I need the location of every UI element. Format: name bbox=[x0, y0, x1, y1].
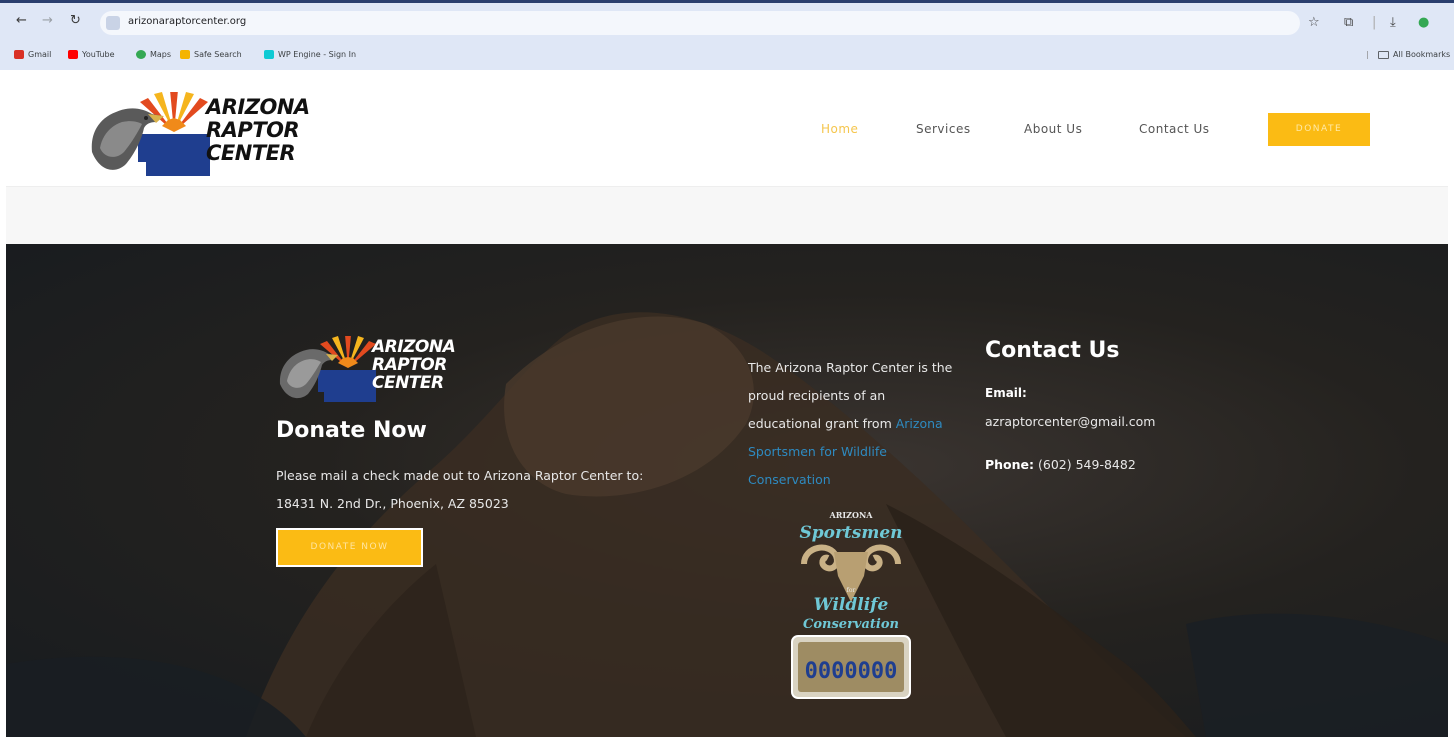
asfwc-sportsmen-text: Sportsmen bbox=[799, 523, 902, 543]
email-label: Email: bbox=[985, 386, 1027, 400]
nav-contact-us[interactable]: Contact Us bbox=[1139, 122, 1210, 136]
nav-about-us[interactable]: About Us bbox=[1024, 122, 1082, 136]
asfwc-wildlife-text: Wildlife bbox=[814, 595, 889, 615]
wp-engine-icon bbox=[264, 50, 274, 59]
site-header: ARIZONA RAPTOR CENTER Home Services Abou… bbox=[6, 70, 1448, 187]
contact-heading: Contact Us bbox=[985, 338, 1120, 363]
bookmark-gmail[interactable]: Gmail bbox=[14, 50, 51, 59]
bookmark-wp-engine[interactable]: WP Engine - Sign In bbox=[264, 50, 356, 59]
bookmark-star-icon[interactable]: ☆ bbox=[1308, 15, 1320, 31]
extensions-icon[interactable]: ⧉ bbox=[1344, 15, 1353, 31]
site-footer: ARIZONA RAPTOR CENTER Donate Now Please … bbox=[6, 244, 1448, 737]
browser-chrome: ← → ↻ arizonaraptorcenter.org ☆ ⧉ | ⤓ ● … bbox=[0, 0, 1454, 70]
phone-line: Phone: (602) 549-8482 bbox=[985, 457, 1136, 472]
download-icon[interactable]: ⤓ bbox=[1390, 15, 1396, 31]
bookmarks-bar: Gmail YouTube Maps Safe Search WP Engine… bbox=[0, 45, 1454, 69]
bookmark-maps[interactable]: Maps bbox=[136, 50, 171, 59]
web-page: ARIZONA RAPTOR CENTER Home Services Abou… bbox=[6, 70, 1448, 737]
gmail-icon bbox=[14, 50, 24, 59]
asfwc-for-text: for bbox=[847, 587, 856, 594]
divider: | bbox=[1372, 15, 1377, 30]
eagle-flag-logo-icon bbox=[279, 335, 376, 402]
maps-icon bbox=[136, 50, 146, 59]
site-info-icon[interactable] bbox=[106, 16, 120, 30]
asfwc-top-text: ARIZONA bbox=[829, 510, 874, 520]
forward-icon[interactable]: → bbox=[42, 13, 53, 29]
asfwc-logo[interactable]: ARIZONA Sportsmen for Wildlife Conservat… bbox=[786, 506, 916, 706]
eagle-flag-logo-icon bbox=[91, 90, 210, 176]
safe-search-icon bbox=[180, 50, 190, 59]
nav-home[interactable]: Home bbox=[821, 122, 858, 136]
folder-icon bbox=[1378, 50, 1389, 59]
url-text: arizonaraptorcenter.org bbox=[128, 16, 247, 27]
all-bookmarks[interactable]: All Bookmarks bbox=[1378, 50, 1450, 59]
donate-now-button[interactable]: DONATE NOW bbox=[276, 528, 423, 567]
email-link[interactable]: azraptorcenter@gmail.com bbox=[985, 414, 1155, 429]
spacer-band bbox=[6, 187, 1448, 244]
youtube-icon bbox=[68, 50, 78, 59]
bookmark-youtube[interactable]: YouTube bbox=[68, 50, 115, 59]
reload-icon[interactable]: ↻ bbox=[70, 13, 81, 29]
address-row: ← → ↻ arizonaraptorcenter.org ☆ ⧉ | ⤓ ● bbox=[0, 9, 1454, 37]
site-logo[interactable]: ARIZONA RAPTOR CENTER bbox=[86, 90, 336, 176]
eagle-background-image bbox=[6, 312, 1448, 737]
nav-services[interactable]: Services bbox=[916, 122, 971, 136]
phone-label: Phone: bbox=[985, 457, 1035, 472]
phone-number[interactable]: (602) 549-8482 bbox=[1038, 457, 1136, 472]
profile-icon[interactable]: ● bbox=[1418, 15, 1429, 31]
grant-paragraph: The Arizona Raptor Center is the proud r… bbox=[748, 360, 953, 487]
url-bar[interactable]: arizonaraptorcenter.org bbox=[100, 11, 1300, 35]
bookmarks-divider: | bbox=[1366, 50, 1369, 59]
footer-logo-wordmark: ARIZONA RAPTOR CENTER bbox=[372, 337, 456, 393]
plate-number: 0000000 bbox=[805, 659, 898, 684]
bookmark-safe-search[interactable]: Safe Search bbox=[180, 50, 242, 59]
donate-description: Please mail a check made out to Arizona … bbox=[276, 468, 644, 511]
header-donate-button[interactable]: DONATE bbox=[1268, 113, 1370, 146]
asfwc-conservation-text: Conservation bbox=[803, 617, 899, 632]
back-icon[interactable]: ← bbox=[16, 13, 27, 29]
donate-heading: Donate Now bbox=[276, 418, 427, 443]
logo-wordmark: ARIZONA RAPTOR CENTER bbox=[206, 95, 310, 165]
footer-logo[interactable]: ARIZONA RAPTOR CENTER bbox=[276, 335, 476, 402]
